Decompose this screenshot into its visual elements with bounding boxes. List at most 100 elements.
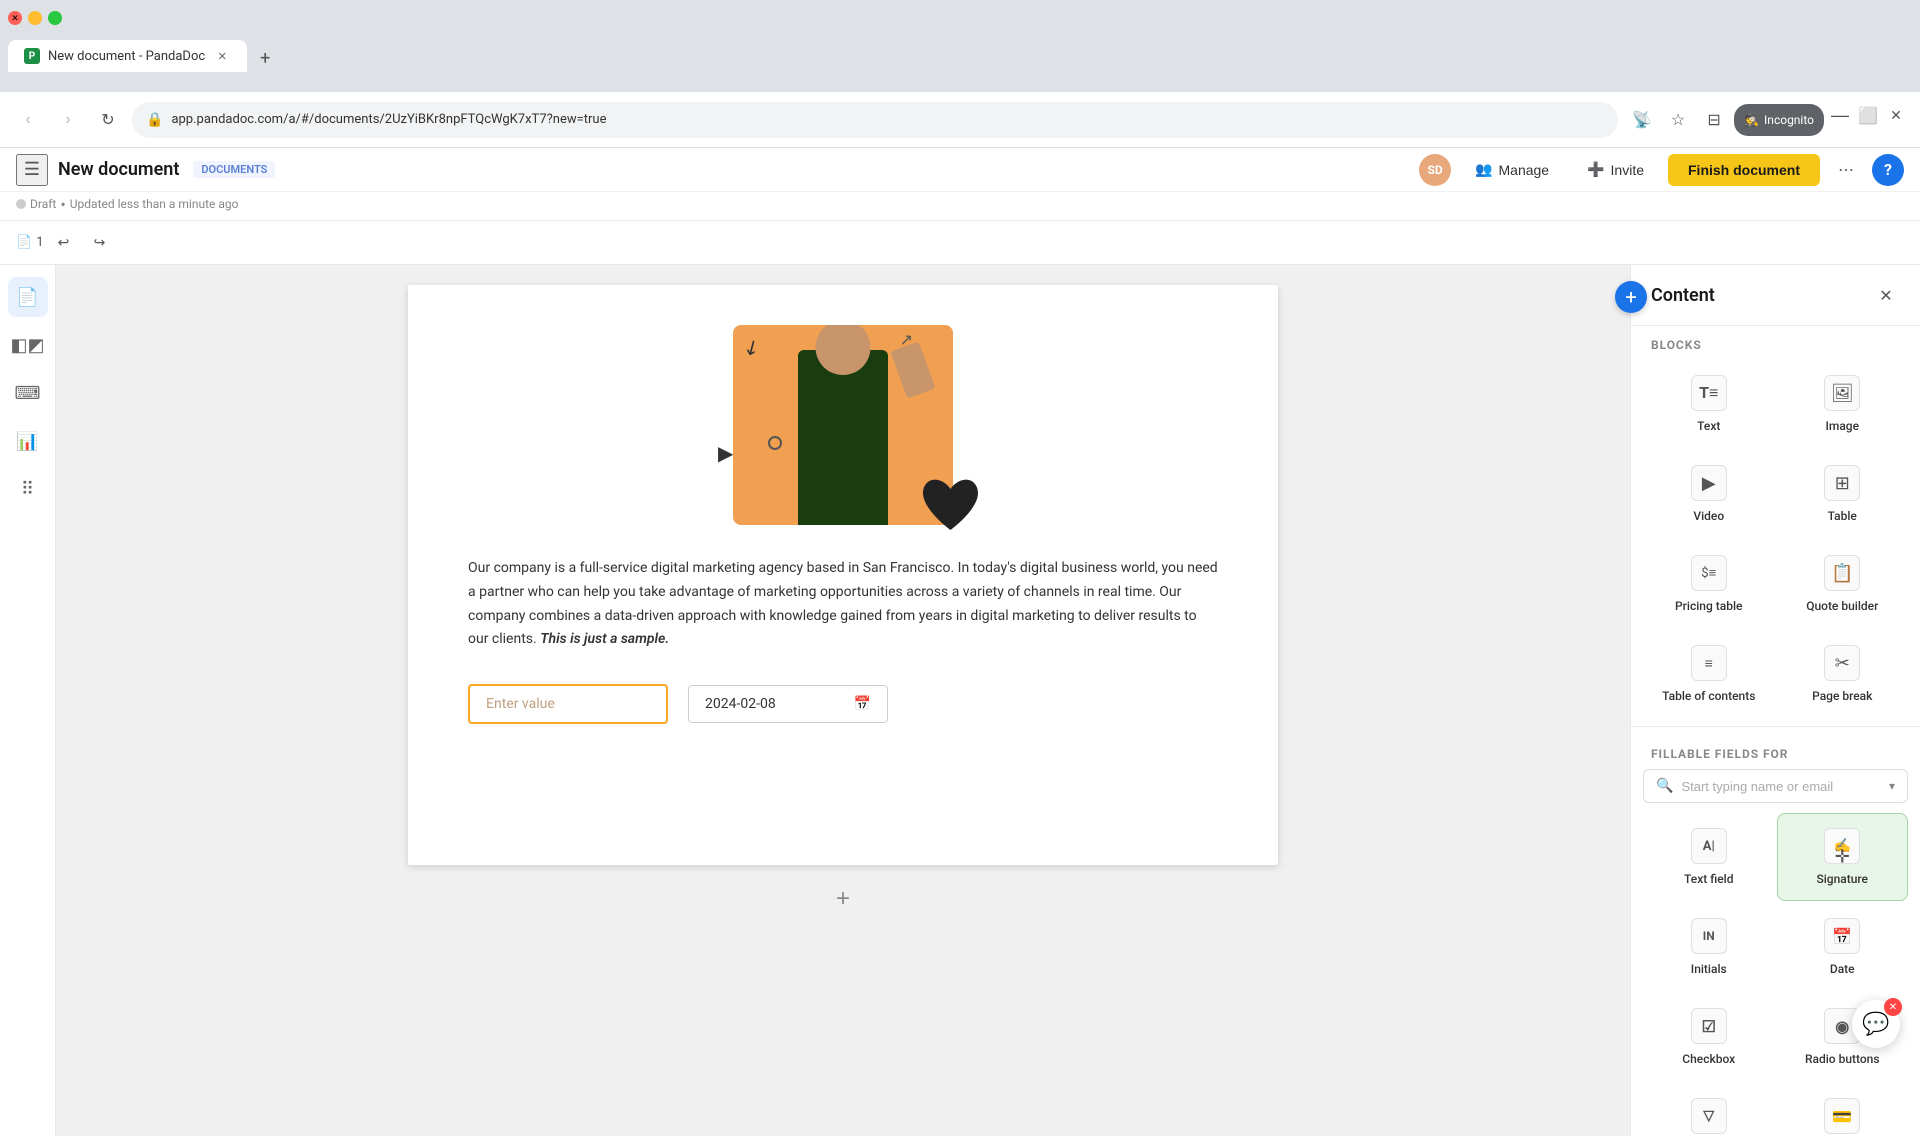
radio-buttons-label: Radio buttons	[1805, 1052, 1880, 1066]
minimize-browser-button[interactable]: —	[1828, 104, 1852, 128]
date-field-value: 2024-02-08	[705, 696, 776, 712]
block-item-image[interactable]: 🖼 Image	[1777, 360, 1909, 448]
calendar-icon: 📅	[854, 696, 871, 712]
document-page: ↙ ↗ ▶	[408, 285, 1278, 865]
sidebar-apps-icon[interactable]: ⠿	[8, 469, 48, 509]
sidebar-data-icon[interactable]: 📊	[8, 421, 48, 461]
invite-icon: ➕	[1587, 161, 1604, 178]
block-item-quote-builder[interactable]: 📋 Quote builder	[1777, 540, 1909, 628]
signature-icon: ✍	[1824, 828, 1860, 864]
close-browser-button[interactable]: ✕	[1884, 104, 1908, 128]
sidebar-blocks-icon[interactable]: ◧◩	[8, 325, 48, 365]
undo-button[interactable]: ↩	[48, 227, 80, 259]
person-arm	[890, 341, 935, 398]
date-icon: 📅	[1824, 918, 1860, 954]
manage-icon: 👥	[1475, 161, 1492, 178]
sidebar-code-icon[interactable]: ⌨	[8, 373, 48, 413]
fillable-search-container[interactable]: 🔍 ▾	[1643, 769, 1908, 803]
new-tab-button[interactable]: +	[251, 44, 279, 72]
refresh-button[interactable]: ↻	[92, 104, 124, 136]
more-options-button[interactable]: ⋯	[1830, 154, 1862, 186]
restore-browser-button[interactable]: ⬜	[1856, 104, 1880, 128]
blocks-section-label: BLOCKS	[1631, 326, 1920, 360]
initials-icon: IN	[1691, 918, 1727, 954]
nav-icons: 📡 ☆ ⊟ 🕵 Incognito — ⬜ ✕	[1626, 104, 1908, 136]
redo-button[interactable]: ↪	[84, 227, 116, 259]
chat-widget[interactable]: 💬 ✕	[1852, 1000, 1900, 1048]
content-panel-title: Content	[1651, 285, 1715, 306]
data-icon: 📊	[16, 431, 38, 452]
fillable-initials[interactable]: IN Initials	[1643, 903, 1775, 991]
menu-button[interactable]: ☰	[16, 154, 48, 186]
circle-decoration	[768, 436, 782, 450]
toolbar: 📄 1 ↩ ↪	[0, 221, 1920, 265]
add-block-button[interactable]: +	[825, 881, 861, 917]
chat-close-button[interactable]: ✕	[1884, 998, 1902, 1016]
draft-label: Draft	[30, 197, 56, 211]
close-window-button[interactable]: ✕	[8, 11, 22, 25]
window-controls: ✕	[8, 11, 62, 25]
fillable-search-input[interactable]	[1681, 779, 1881, 794]
document-body-text: Our company is a full-service digital ma…	[468, 557, 1218, 652]
back-button[interactable]: ‹	[12, 104, 44, 136]
tab-close-button[interactable]: ✕	[213, 47, 231, 65]
search-icon: 🔍	[1656, 778, 1673, 794]
lock-icon: 🔒	[146, 112, 163, 128]
block-item-pricing-table[interactable]: $≡ Pricing table	[1643, 540, 1775, 628]
minimize-window-button[interactable]	[28, 11, 42, 25]
active-tab[interactable]: P New document - PandaDoc ✕	[8, 40, 247, 72]
fillable-header: FILLABLE FIELDS FOR	[1643, 735, 1908, 769]
page-number: 1	[36, 235, 43, 250]
finish-document-button[interactable]: Finish document	[1668, 154, 1820, 186]
sidebar-content-icon[interactable]: 📄	[8, 277, 48, 317]
invite-label: Invite	[1611, 162, 1644, 178]
block-item-toc[interactable]: ≡ Table of contents	[1643, 630, 1775, 718]
content-icon: 📄	[16, 287, 38, 308]
content-panel-header: Content ✕	[1631, 265, 1920, 326]
block-item-text[interactable]: T≡ Text	[1643, 360, 1775, 448]
nav-bar: ‹ › ↻ 🔒 app.pandadoc.com/a/#/documents/2…	[0, 92, 1920, 148]
maximize-window-button[interactable]	[48, 11, 62, 25]
invite-button[interactable]: ➕ Invite	[1573, 155, 1658, 184]
quote-builder-block-icon: 📋	[1824, 555, 1860, 591]
person-body	[798, 350, 888, 525]
block-item-video[interactable]: ▶ Video	[1643, 450, 1775, 538]
manage-button[interactable]: 👥 Manage	[1461, 155, 1563, 184]
fillable-text-field[interactable]: A| Text field	[1643, 813, 1775, 901]
code-icon: ⌨	[15, 383, 41, 404]
dropdown-icon: ▽	[1691, 1098, 1727, 1134]
address-bar[interactable]: 🔒 app.pandadoc.com/a/#/documents/2UzYiBK…	[132, 102, 1618, 138]
text-field-label: Text field	[1684, 872, 1733, 886]
block-item-table[interactable]: ⊞ Table	[1777, 450, 1909, 538]
fillable-card-details[interactable]: 💳 Card details	[1777, 1083, 1909, 1136]
fillable-signature[interactable]: ✍ Signature ✛	[1777, 813, 1909, 901]
page-break-block-icon: ✂	[1824, 645, 1860, 681]
forward-button[interactable]: ›	[52, 104, 84, 136]
incognito-badge: 🕵 Incognito	[1734, 104, 1824, 136]
fillable-checkbox[interactable]: ☑ Checkbox	[1643, 993, 1775, 1081]
bookmark-icon[interactable]: ☆	[1662, 104, 1694, 136]
user-avatar: SD	[1419, 154, 1451, 186]
sidebar-icon[interactable]: ⊟	[1698, 104, 1730, 136]
title-bar: ✕	[0, 0, 1920, 36]
blocks-grid: T≡ Text 🖼 Image ▶ Video ⊞ Table	[1631, 360, 1920, 718]
table-block-icon: ⊞	[1824, 465, 1860, 501]
updated-label: Updated less than a minute ago	[70, 197, 239, 211]
block-item-page-break[interactable]: ✂ Page break	[1777, 630, 1909, 718]
main-area: 📄 ◧◩ ⌨ 📊 ⠿	[0, 265, 1920, 1136]
help-button[interactable]: ?	[1872, 154, 1904, 186]
tab-title: New document - PandaDoc	[48, 49, 205, 64]
quote-builder-block-label: Quote builder	[1806, 599, 1878, 613]
date-field-input[interactable]: 2024-02-08 📅	[688, 685, 888, 723]
document-image-area: ↙ ↗ ▶	[468, 325, 1218, 525]
text-field-input[interactable]: Enter value	[468, 684, 668, 724]
panel-add-button[interactable]: +	[1615, 281, 1647, 313]
content-panel-close-button[interactable]: ✕	[1872, 281, 1900, 309]
chat-icon: 💬	[1862, 1012, 1889, 1037]
signature-label: Signature	[1816, 872, 1868, 886]
fillable-dropdown[interactable]: ▽ Dropdown	[1643, 1083, 1775, 1136]
cast-icon[interactable]: 📡	[1626, 104, 1658, 136]
toc-block-label: Table of contents	[1662, 689, 1755, 703]
fillable-date[interactable]: 📅 Date	[1777, 903, 1909, 991]
card-details-icon: 💳	[1824, 1098, 1860, 1134]
